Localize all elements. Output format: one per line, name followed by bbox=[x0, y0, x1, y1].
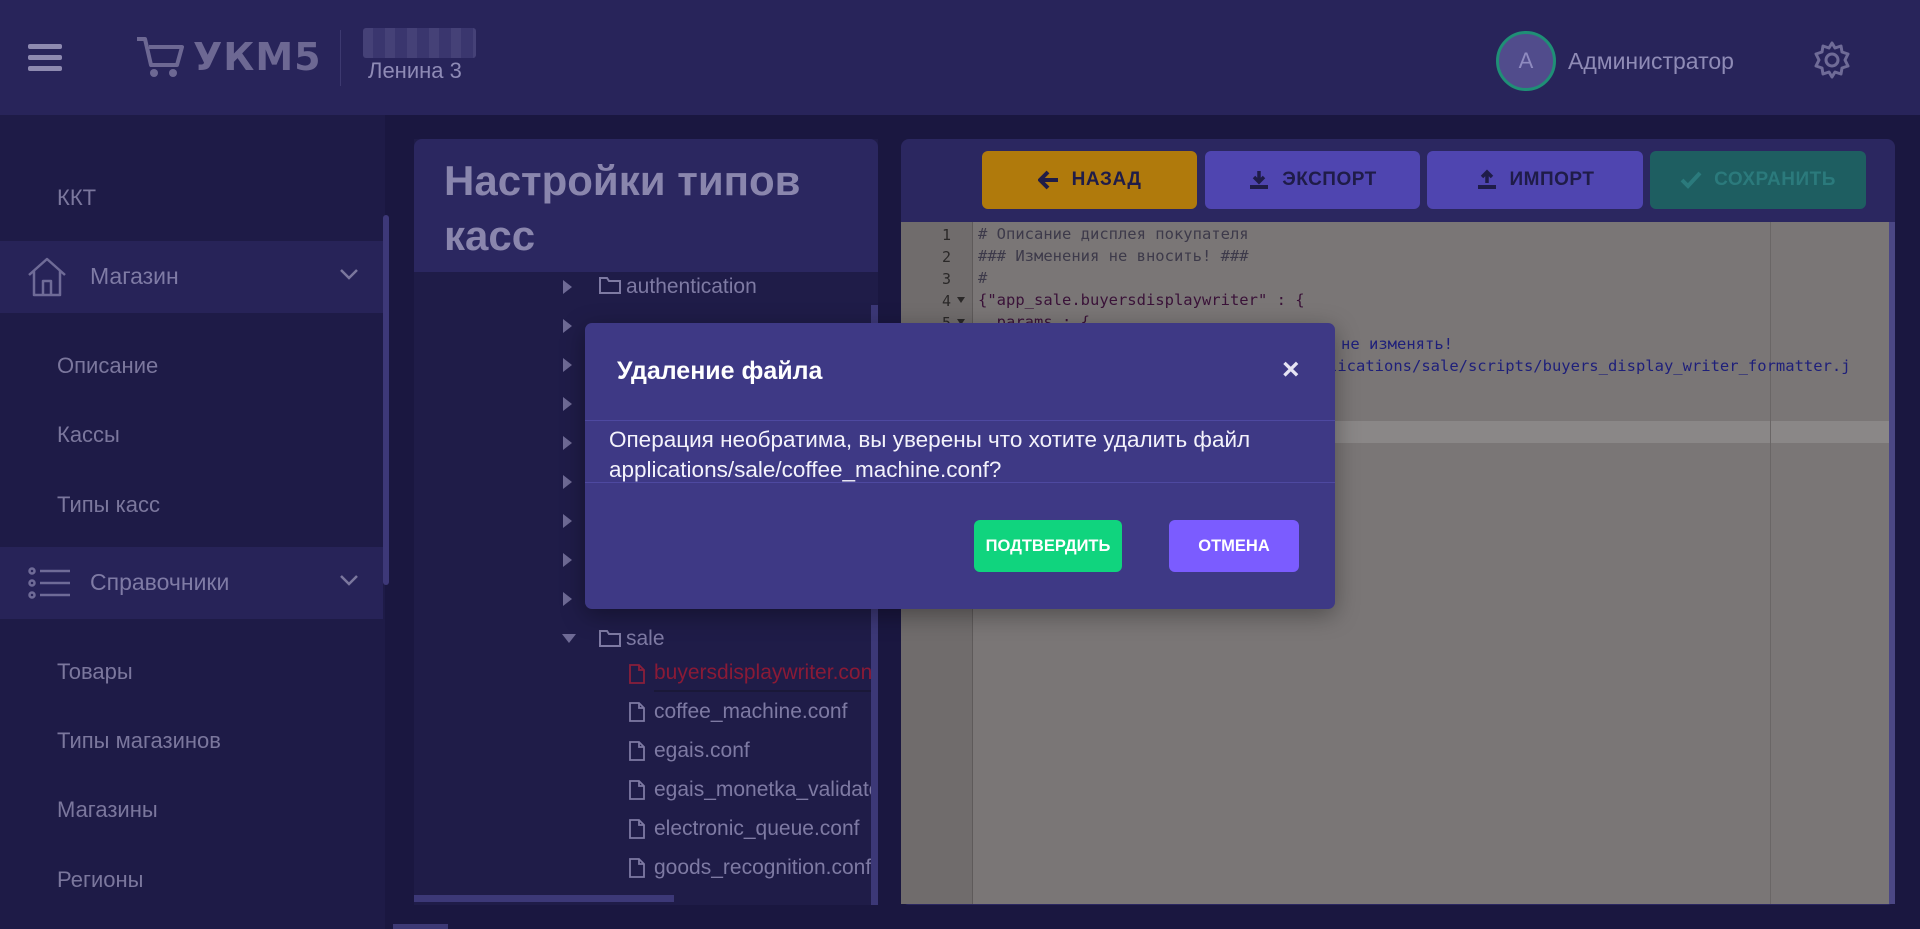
bottom-scroll-hint bbox=[393, 924, 448, 929]
confirm-button[interactable]: ПОДТВЕРДИТЬ bbox=[974, 520, 1122, 572]
dialog-title: Удаление файла bbox=[617, 357, 823, 385]
close-icon[interactable]: × bbox=[1282, 355, 1300, 385]
dialog-message: Операция необратима, вы уверены что хоти… bbox=[609, 427, 1251, 482]
divider bbox=[585, 482, 1335, 483]
cancel-button[interactable]: ОТМЕНА bbox=[1169, 520, 1299, 572]
delete-file-dialog: Удаление файла × Операция необратима, вы… bbox=[585, 323, 1335, 609]
divider bbox=[585, 420, 1335, 421]
